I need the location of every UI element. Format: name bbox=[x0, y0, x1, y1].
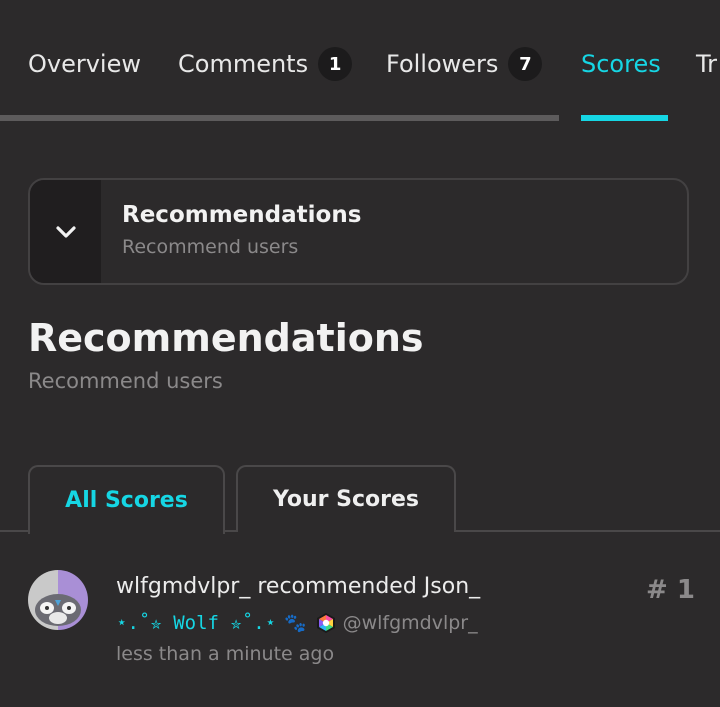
paw-emoji: 🐾 bbox=[284, 612, 307, 634]
tab-overview-label: Overview bbox=[28, 50, 141, 78]
active-tab-indicator bbox=[581, 115, 668, 121]
section-title: Recommendations bbox=[28, 316, 424, 360]
profile-tabs: Overview Comments 1 Followers 7 Scores T… bbox=[0, 0, 720, 122]
tab-scores[interactable]: Scores bbox=[581, 44, 661, 84]
tab-truncated[interactable]: Tr bbox=[696, 44, 717, 84]
tab-followers[interactable]: Followers 7 bbox=[386, 44, 543, 84]
tab-comments-label: Comments bbox=[178, 50, 309, 78]
timestamp: less than a minute ago bbox=[116, 643, 335, 665]
tabs-scroll-track[interactable] bbox=[0, 115, 559, 121]
recommendation-text[interactable]: wlfgmdvlpr_ recommended Json_ bbox=[116, 574, 480, 599]
rank-label: # 1 bbox=[646, 575, 695, 605]
accordion-title: Recommendations bbox=[122, 202, 362, 228]
chevron-down-icon bbox=[55, 225, 76, 238]
accordion-toggle[interactable] bbox=[30, 180, 101, 283]
user-handle[interactable]: @wlfgmdvlpr_ bbox=[343, 612, 478, 634]
comments-count-badge: 1 bbox=[318, 47, 353, 81]
section-subtitle: Recommend users bbox=[28, 369, 223, 393]
wolf-avatar-icon bbox=[28, 570, 88, 630]
display-name[interactable]: ⋆.˚✮ Wolf ✮˚.⋆ bbox=[116, 612, 276, 634]
tab-comments[interactable]: Comments 1 bbox=[178, 44, 353, 84]
followers-count-badge: 7 bbox=[508, 47, 543, 81]
all-scores-tab[interactable]: All Scores bbox=[28, 465, 225, 534]
hex-badge-icon bbox=[316, 613, 335, 633]
recommender-meta: ⋆.˚✮ Wolf ✮˚.⋆ 🐾 @wlfgmdvlpr_ bbox=[116, 609, 478, 637]
recommendations-accordion[interactable]: Recommendations Recommend users bbox=[28, 178, 689, 285]
your-scores-tab[interactable]: Your Scores bbox=[236, 465, 456, 532]
tab-scores-label: Scores bbox=[581, 50, 661, 78]
avatar[interactable] bbox=[28, 570, 88, 630]
tab-truncated-label: Tr bbox=[696, 50, 717, 78]
tab-followers-label: Followers bbox=[386, 50, 499, 78]
accordion-subtitle: Recommend users bbox=[122, 236, 299, 258]
tab-overview[interactable]: Overview bbox=[28, 44, 141, 84]
